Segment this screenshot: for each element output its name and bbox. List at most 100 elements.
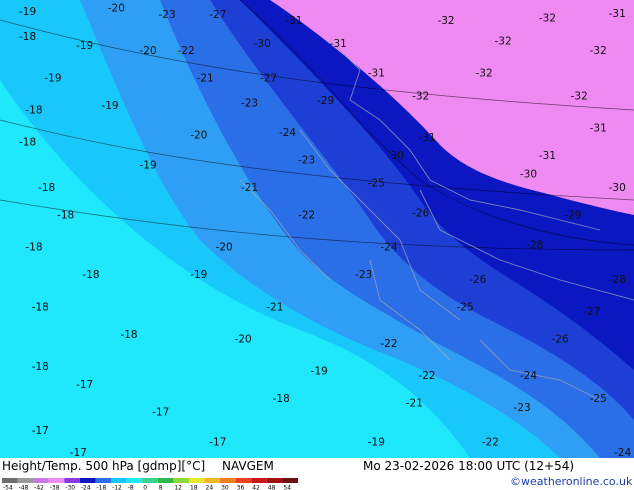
contour-label: -18 (38, 182, 55, 194)
contour-label: -22 (298, 210, 315, 222)
contour-label: -18 (25, 242, 42, 254)
contour-label: -17 (32, 425, 49, 437)
scale-swatch (157, 478, 174, 483)
contour-label: -26 (552, 333, 569, 345)
contour-label: -24 (380, 242, 397, 254)
contour-label: -22 (178, 45, 195, 57)
contour-label: -20 (139, 45, 156, 57)
contour-label: -28 (609, 274, 626, 286)
contour-label: -31 (590, 123, 607, 135)
scale-tick-label: -12 (112, 485, 122, 490)
contour-label: -17 (76, 379, 93, 391)
contour-label: -19 (101, 100, 118, 112)
contour-label: -32 (412, 91, 429, 103)
contour-label: -29 (317, 95, 334, 107)
scale-tick-label: -8 (128, 485, 134, 490)
contour-label: -32 (571, 91, 588, 103)
contour-label: -18 (120, 329, 137, 341)
contour-label: -23 (159, 9, 176, 21)
contour-label: -32 (495, 36, 512, 48)
contour-label: -32 (476, 68, 493, 80)
scale-tick-label: -48 (19, 485, 29, 490)
contour-label: -25 (368, 178, 385, 190)
contour-label: -20 (190, 130, 207, 142)
scale-tick-label: -54 (3, 485, 13, 490)
temperature-field: -19 -20 -23 -27 -31 -32 -32 -31 -18 -19 -20 -22 -30 -… (0, 0, 634, 458)
scale-swatch (126, 478, 143, 483)
scale-tick-label: -24 (81, 485, 91, 490)
contour-label: -31 (285, 15, 302, 27)
contour-label: -22 (380, 338, 397, 350)
scale-swatch (220, 478, 236, 483)
credit-link[interactable]: ©weatheronline.co.uk (510, 475, 632, 488)
contour-label: -32 (437, 15, 454, 27)
contour-label: -23 (355, 269, 372, 281)
contour-label: -18 (32, 361, 49, 373)
scale-swatch (142, 478, 158, 483)
contour-label: -20 (216, 242, 233, 254)
scale-swatch (173, 478, 189, 483)
scale-swatch (282, 478, 298, 483)
contour-label: -22 (482, 436, 499, 448)
contour-label: -31 (418, 132, 435, 144)
contour-label: -30 (609, 182, 626, 194)
contour-label: -18 (19, 136, 36, 148)
contour-label: -19 (139, 159, 156, 171)
scale-tick-label: -30 (65, 485, 75, 490)
scale-tick-label: -38 (50, 485, 60, 490)
contour-label: -17 (70, 447, 87, 458)
contour-label: -25 (590, 393, 607, 405)
map-title: Height/Temp. 500 hPa [gdmp][°C] (2, 459, 206, 473)
model-name: NAVGEM (222, 459, 274, 473)
scale-tick-label: 48 (268, 485, 276, 490)
contour-label: -25 (456, 301, 473, 313)
contour-label: -18 (57, 210, 74, 222)
contour-label: -20 (235, 333, 252, 345)
contour-label: -17 (209, 436, 226, 448)
contour-label: -28 (526, 239, 543, 251)
scale-swatch (48, 478, 65, 483)
contour-label: -19 (44, 72, 61, 84)
contour-label: -17 (152, 407, 169, 419)
contour-label: -18 (273, 393, 290, 405)
contour-label: -18 (32, 301, 49, 313)
contour-label: -29 (564, 210, 581, 222)
scale-swatch (33, 478, 49, 483)
contour-label: -19 (311, 365, 328, 377)
contour-label: -31 (368, 68, 385, 80)
contour-label: -24 (279, 127, 296, 139)
scale-swatch (266, 478, 283, 483)
valid-datetime: Mo 23-02-2026 18:00 UTC (12+54) (363, 459, 575, 473)
map-footer: Height/Temp. 500 hPa [gdmp][°C] NAVGEM M… (0, 458, 634, 490)
contour-label: -19 (76, 40, 93, 52)
scale-tick-label: 0 (143, 485, 147, 490)
contour-label: -18 (82, 269, 99, 281)
contour-label: -27 (209, 9, 226, 21)
color-scale-legend: -54 -48 -42 -38 -30 -24 -18 -12 -8 0 8 12 18 24 30 36 42… (2, 478, 298, 490)
scale-tick-label: 36 (237, 485, 245, 490)
contour-label: -31 (609, 8, 626, 20)
weather-map: -19 -20 -23 -27 -31 -32 -32 -31 -18 -19 -20 -22 -30 -… (0, 0, 634, 458)
scale-tick-label: 42 (252, 485, 260, 490)
scale-swatch (17, 478, 34, 483)
contour-label: -21 (197, 72, 214, 84)
scale-swatch (235, 478, 252, 483)
scale-tick-label: 8 (159, 485, 163, 490)
scale-swatch (95, 478, 112, 483)
contour-label: -32 (590, 45, 607, 57)
contour-label: -18 (19, 31, 36, 43)
scale-tick-label: -18 (96, 485, 106, 490)
scale-swatch (251, 478, 267, 483)
contour-label: -30 (520, 168, 537, 180)
scale-swatch (111, 478, 127, 483)
contour-label: -32 (539, 13, 556, 25)
contour-label: -19 (19, 6, 36, 18)
contour-label: -23 (514, 402, 531, 414)
contour-label: -21 (241, 182, 258, 194)
scale-tick-label: 30 (221, 485, 229, 490)
contour-label: -24 (520, 370, 537, 382)
scale-tick-label: -42 (34, 485, 44, 490)
contour-label: -23 (298, 155, 315, 167)
contour-label: -23 (241, 97, 258, 109)
scale-tick-label: 18 (190, 485, 198, 490)
